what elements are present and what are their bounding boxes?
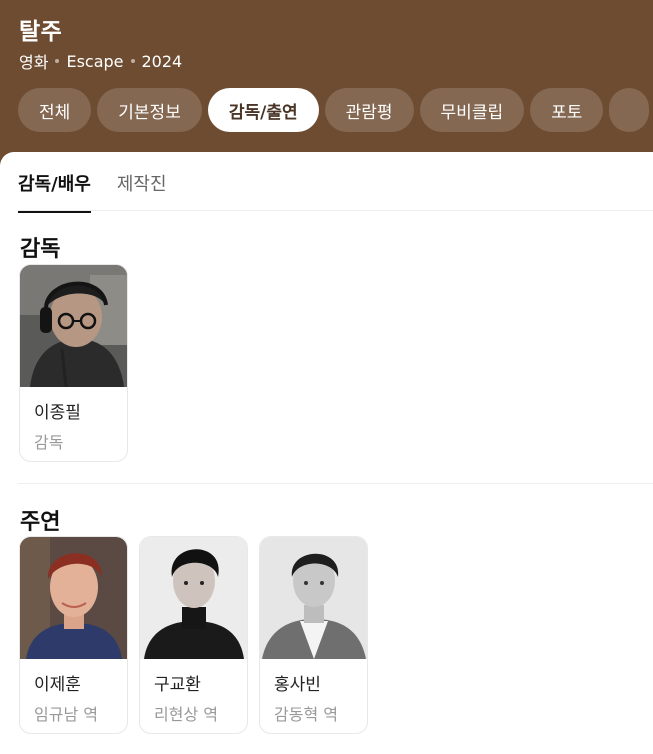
tab-basic-info[interactable]: 기본정보 bbox=[97, 88, 202, 132]
person-name: 이종필 bbox=[34, 403, 81, 423]
person-card[interactable]: 이종필 감독 bbox=[19, 264, 128, 462]
meta-type: 영화 bbox=[19, 53, 49, 72]
section-divider bbox=[18, 483, 653, 484]
photo-director bbox=[20, 265, 127, 387]
meta-year: 2024 bbox=[141, 51, 183, 71]
photo-actor-3 bbox=[260, 537, 367, 659]
tab-reviews[interactable]: 관람평 bbox=[324, 88, 414, 132]
subtab-cast[interactable]: 감독/배우 bbox=[18, 170, 91, 213]
person-role: 감동혁 역 bbox=[274, 705, 338, 724]
tab-cast[interactable]: 감독/출연 bbox=[207, 88, 319, 132]
person-role: 감독 bbox=[34, 433, 64, 452]
subtab-divider bbox=[18, 210, 653, 211]
tab-bar: 전체 기본정보 감독/출연 관람평 무비클립 포토 bbox=[18, 88, 650, 132]
meta-separator bbox=[130, 59, 135, 63]
content-sheet: 감독/배우 제작진 감독 이종필 감독 주연 이제훈 임규남 역 구교환 리현상… bbox=[0, 152, 653, 754]
section-title-director: 감독 bbox=[20, 237, 61, 262]
subtab-crew[interactable]: 제작진 bbox=[117, 170, 167, 213]
person-card[interactable]: 홍사빈 감동혁 역 bbox=[259, 536, 368, 734]
section-title-cast: 주연 bbox=[20, 510, 61, 535]
person-name: 홍사빈 bbox=[274, 675, 321, 695]
meta-separator bbox=[55, 59, 60, 63]
person-card[interactable]: 구교환 리현상 역 bbox=[139, 536, 248, 734]
tab-all[interactable]: 전체 bbox=[18, 88, 92, 132]
tab-movie-clips[interactable]: 무비클립 bbox=[419, 88, 525, 132]
subtab-bar: 감독/배우 제작진 bbox=[18, 170, 167, 213]
movie-meta: 영화 Escape 2024 bbox=[19, 49, 182, 73]
person-name: 구교환 bbox=[154, 675, 201, 695]
movie-header: 탈주 영화 Escape 2024 전체 기본정보 감독/출연 관람평 무비클립… bbox=[0, 0, 653, 165]
photo-actor-2 bbox=[140, 537, 247, 659]
tab-photos[interactable]: 포토 bbox=[530, 88, 604, 132]
person-role: 임규남 역 bbox=[34, 705, 98, 724]
meta-english-title: Escape bbox=[66, 51, 124, 71]
person-name: 이제훈 bbox=[34, 675, 81, 695]
tab-more-partial[interactable] bbox=[609, 88, 650, 132]
photo-actor-1 bbox=[20, 537, 127, 659]
person-role: 리현상 역 bbox=[154, 705, 218, 724]
movie-title: 탈주 bbox=[19, 19, 63, 45]
person-card[interactable]: 이제훈 임규남 역 bbox=[19, 536, 128, 734]
